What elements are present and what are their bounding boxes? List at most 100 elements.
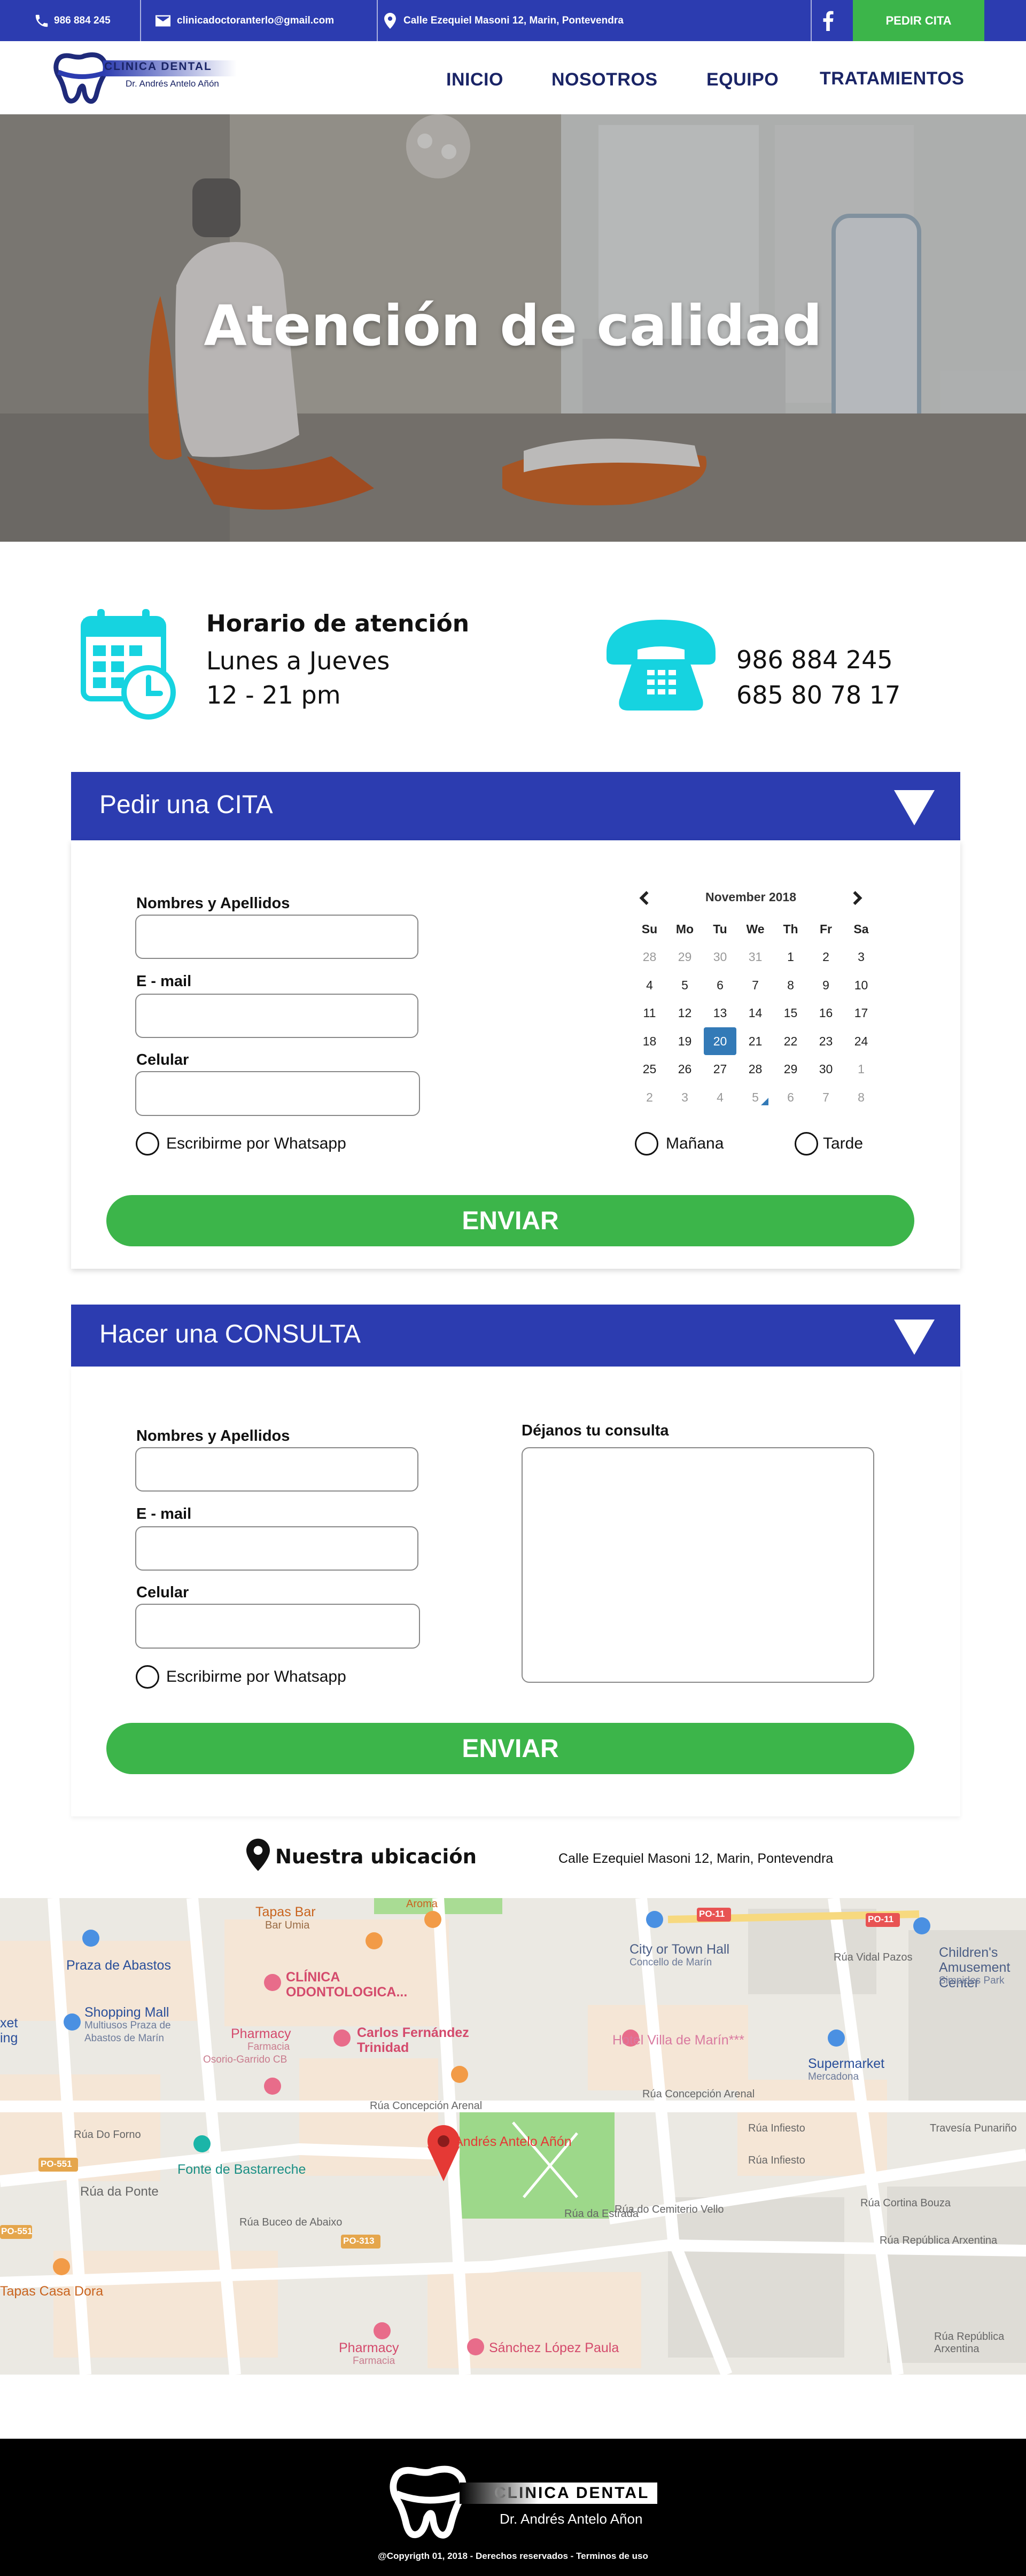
calendar-day[interactable]: 30 (704, 943, 736, 971)
calendar-day[interactable]: 10 (845, 971, 877, 999)
map-label: Aroma (406, 1898, 438, 1910)
calendar-day[interactable]: 22 (774, 1027, 807, 1055)
map-label: xet (0, 2016, 18, 2031)
calendar-week-row: 2345678 (633, 1083, 865, 1111)
facebook-link[interactable] (823, 0, 834, 41)
calendar-day[interactable]: 30 (810, 1056, 842, 1083)
calendar-day[interactable]: 3 (669, 1083, 701, 1111)
map-label: Bar Umia (265, 1919, 310, 1931)
map-label: Rúa Infiesto (748, 2122, 805, 2134)
consulta-message-textarea[interactable] (522, 1447, 874, 1683)
phone-number-2[interactable]: 685 80 78 17 (736, 681, 900, 709)
calendar-month[interactable]: November 2018 (668, 890, 834, 904)
consulta-name-input[interactable] (135, 1447, 418, 1492)
calendar-weekday: Th (783, 922, 798, 936)
cita-name-input[interactable] (135, 915, 418, 959)
nav-inicio[interactable]: INICIO (446, 69, 503, 90)
map-label: Travesía Punariño (930, 2122, 1017, 2134)
consulta-panel-header[interactable]: Hacer una CONSULTA (71, 1305, 960, 1367)
calendar-day[interactable]: 5 (739, 1083, 772, 1111)
calendar-day[interactable]: 28 (633, 943, 666, 971)
topbar-phone[interactable]: 986 884 245 (34, 0, 111, 41)
map-label: Simpides Park (939, 1975, 1005, 1986)
calendar-day[interactable]: 3 (845, 943, 877, 971)
calendar-day[interactable]: 23 (810, 1027, 842, 1055)
calendar-next-icon[interactable] (852, 891, 862, 905)
topbar-divider (140, 0, 141, 41)
phone-icon (35, 14, 48, 27)
map-label: Rúa Infiesto (748, 2155, 805, 2166)
calendar-day[interactable]: 21 (739, 1027, 772, 1055)
location-pin-icon (246, 1838, 270, 1871)
calendar-day[interactable]: 24 (845, 1027, 877, 1055)
phone-number-1[interactable]: 986 884 245 (736, 645, 893, 674)
cita-phone-input[interactable] (135, 1071, 420, 1116)
cita-name-label: Nombres y Apellidos (136, 895, 290, 912)
calendar-day[interactable]: 6 (774, 1083, 807, 1111)
consulta-name-label: Nombres y Apellidos (136, 1427, 290, 1445)
map-label: ODONTOLOGICA... (286, 1985, 408, 2000)
consulta-phone-input[interactable] (135, 1604, 420, 1649)
calendar-day[interactable]: 14 (739, 1000, 772, 1027)
calendar-prev-icon[interactable] (639, 891, 650, 905)
calendar-day[interactable]: 17 (845, 1000, 877, 1027)
calendar-day[interactable]: 2 (810, 943, 842, 971)
location-map[interactable]: Tapas Bar Bar Umia Praza de Abastos CLÍN… (0, 1898, 1026, 2375)
pedir-cita-button[interactable]: PEDIR CITA (853, 0, 984, 41)
calendar-day[interactable]: 5 (669, 971, 701, 999)
calendar-day[interactable]: 15 (774, 1000, 807, 1027)
map-label: Multiusos Praza de (84, 2020, 171, 2031)
map-label: Rúa da Estrada (564, 2208, 639, 2220)
map-label: Shopping Mall (84, 2005, 169, 2020)
calendar-day[interactable]: 4 (633, 971, 666, 999)
calendar-day[interactable]: 28 (739, 1056, 772, 1083)
consulta-email-input[interactable] (135, 1526, 418, 1571)
topbar-divider (377, 0, 378, 41)
topbar-email[interactable]: clinicadoctoranterlo@gmail.com (156, 0, 334, 41)
cita-whatsapp-radio[interactable] (136, 1132, 159, 1156)
calendar-day[interactable]: 7 (810, 1083, 842, 1111)
nav-nosotros[interactable]: NOSOTROS (551, 69, 658, 90)
cita-email-input[interactable] (135, 994, 418, 1038)
calendar-day[interactable]: 25 (633, 1056, 666, 1083)
calendar-day[interactable]: 1 (774, 943, 807, 971)
nav-equipo[interactable]: EQUIPO (706, 69, 779, 90)
calendar-day[interactable]: 4 (704, 1083, 736, 1111)
calendar-day[interactable]: 29 (774, 1056, 807, 1083)
calendar-day[interactable]: 9 (810, 971, 842, 999)
afternoon-radio[interactable] (795, 1132, 818, 1156)
calendar-day[interactable]: 16 (810, 1000, 842, 1027)
calendar-day[interactable]: 6 (704, 971, 736, 999)
calendar-day[interactable]: 8 (845, 1083, 877, 1111)
calendar-day[interactable]: 2 (633, 1083, 666, 1111)
calendar-week-row: 28 29 30 31 1 2 3 (633, 943, 865, 971)
calendar-day[interactable]: 27 (704, 1056, 736, 1083)
calendar-today-marker-icon (761, 1098, 768, 1105)
nav-tratamientos[interactable]: TRATAMIENTOS (820, 68, 964, 89)
triangle-down-icon (894, 790, 935, 825)
calendar-day[interactable]: 11 (633, 1000, 666, 1027)
calendar-day[interactable]: 13 (704, 1000, 736, 1027)
calendar-day[interactable]: 20 (704, 1027, 736, 1055)
consulta-phone-label: Celular (136, 1584, 189, 1601)
calendar-day[interactable]: 19 (669, 1027, 701, 1055)
calendar-day[interactable]: 29 (669, 943, 701, 971)
consulta-whatsapp-radio[interactable] (136, 1665, 159, 1689)
calendar-day[interactable]: 18 (633, 1027, 666, 1055)
morning-radio[interactable] (635, 1132, 658, 1156)
map-label: Andrés Antelo Añón (454, 2134, 572, 2149)
cita-submit-button[interactable]: ENVIAR (106, 1195, 914, 1246)
schedule-title: Horario de atención (206, 610, 470, 637)
calendar-day[interactable]: 31 (739, 943, 772, 971)
logo-doctor: Dr. Andrés Antelo Añón (126, 79, 219, 89)
cita-panel-header[interactable]: Pedir una CITA (71, 772, 960, 840)
calendar-day[interactable]: 7 (739, 971, 772, 999)
map-label: Rúa da Ponte (80, 2184, 159, 2199)
calendar-day[interactable]: 12 (669, 1000, 701, 1027)
calendar-day[interactable]: 1 (845, 1056, 877, 1083)
calendar-day[interactable]: 26 (669, 1056, 701, 1083)
clinic-logo[interactable]: CLINICA DENTAL Dr. Andrés Antelo Añón (51, 52, 238, 105)
consulta-submit-button[interactable]: ENVIAR (106, 1723, 914, 1774)
calendar-day[interactable]: 8 (774, 971, 807, 999)
site-footer: CLINICA DENTAL Dr. Andrés Antelo Añon @C… (0, 2439, 1026, 2576)
